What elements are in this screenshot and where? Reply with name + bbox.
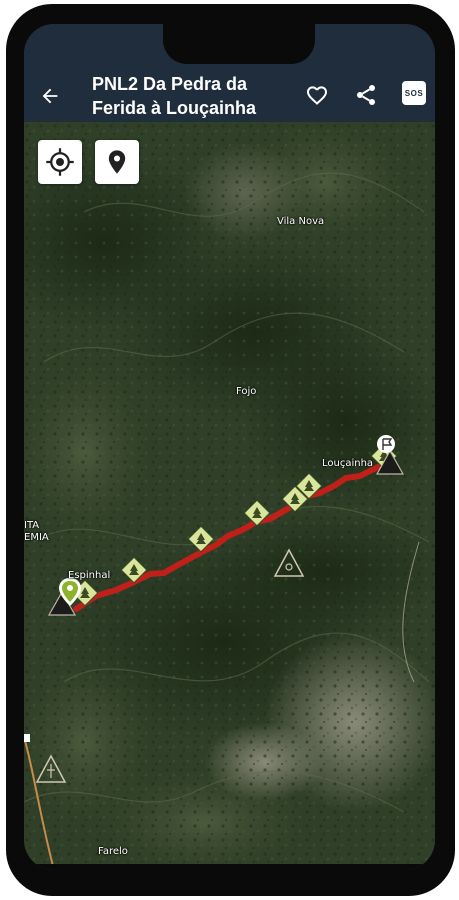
sos-label: SOS	[404, 88, 424, 98]
place-label-vila-nova: Vila Nova	[277, 216, 325, 227]
title-line-2: Ferida à Louçainha	[92, 98, 257, 118]
place-label-loucainha: Louçainha	[322, 458, 374, 469]
heart-outline-icon	[306, 86, 328, 105]
place-label-espinhal: Espinhal	[68, 570, 111, 581]
gps-target-icon	[46, 148, 74, 176]
place-label-fojo: Fojo	[236, 386, 257, 397]
locate-me-button[interactable]	[38, 140, 82, 184]
back-button[interactable]	[36, 82, 64, 110]
end-flag-icon[interactable]	[377, 435, 395, 453]
satellite-map[interactable]: Vila Nova Fojo Louçainha Espinhal Farelo…	[24, 122, 435, 870]
arrow-left-icon	[42, 88, 58, 104]
app-screen: PNL2 Da Pedra da Ferida à Louçainha SOS	[24, 24, 435, 870]
screen-bottom-edge	[24, 864, 435, 870]
title-line-1: PNL2 Da Pedra da	[92, 74, 248, 94]
place-label-edge-2: EMIA	[24, 532, 49, 543]
map-canvas[interactable]	[24, 122, 435, 870]
sos-button[interactable]: SOS	[402, 81, 426, 105]
favorite-button[interactable]	[302, 80, 332, 110]
place-label-edge-1: ITA	[24, 520, 40, 531]
phone-notch	[163, 24, 315, 64]
map-texture	[24, 122, 435, 870]
map-pin-button[interactable]	[95, 140, 139, 184]
place-label-farelo: Farelo	[98, 846, 128, 857]
share-button[interactable]	[351, 80, 381, 110]
map-pin-icon	[108, 150, 126, 174]
share-icon	[357, 85, 375, 105]
map-edge-marker	[24, 734, 30, 742]
page-title: PNL2 Da Pedra da Ferida à Louçainha	[92, 72, 292, 120]
